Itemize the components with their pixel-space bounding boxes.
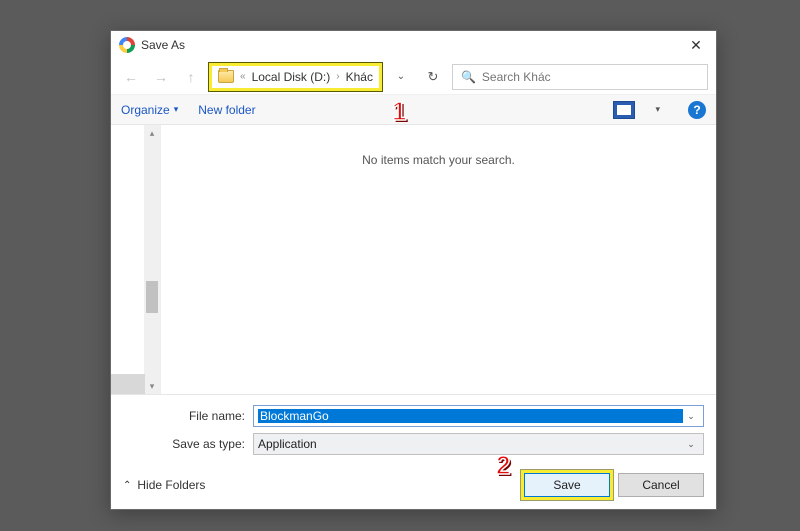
scroll-down-icon[interactable]: ▾ [144, 378, 160, 394]
navpane-item[interactable] [111, 374, 145, 394]
dialog-title: Save As [141, 38, 676, 52]
chevron-down-icon[interactable]: ⌄ [683, 411, 699, 422]
navpane-scrollbar[interactable]: ▴ ▾ [144, 125, 160, 394]
savetype-row: Save as type: Application ⌄ [123, 433, 704, 455]
up-button[interactable]: ↑ [179, 65, 203, 89]
breadcrumb-prefix: « [240, 71, 246, 82]
chrome-icon [119, 37, 135, 53]
titlebar: Save As ✕ [111, 31, 716, 59]
savetype-value: Application [258, 437, 683, 451]
refresh-button[interactable]: ↻ [420, 64, 446, 90]
filename-value[interactable]: BlockmanGo [258, 409, 683, 423]
cancel-button[interactable]: Cancel [618, 473, 704, 497]
back-button[interactable]: ← [119, 65, 143, 89]
folder-icon [218, 70, 234, 83]
nav-row: ← → ↑ « Local Disk (D:) › Khác ⌄ ↻ 🔍 [111, 59, 716, 95]
view-mode-dropdown[interactable]: ▾ [655, 104, 660, 115]
filename-row: File name: BlockmanGo ⌄ [123, 405, 704, 427]
bottom-panel: File name: BlockmanGo ⌄ Save as type: Ap… [111, 394, 716, 509]
chevron-right-icon: › [336, 71, 339, 82]
scroll-thumb[interactable] [146, 281, 158, 313]
hide-folders-label: Hide Folders [137, 478, 205, 492]
breadcrumb-current[interactable]: Khác [346, 70, 373, 84]
new-folder-label: New folder [198, 103, 255, 117]
scroll-up-icon[interactable]: ▴ [144, 125, 160, 141]
breadcrumb-history-dropdown[interactable]: ⌄ [388, 64, 414, 90]
footer-row: ⌃ Hide Folders Save Cancel [123, 473, 704, 497]
chevron-up-icon: ⌃ [123, 480, 131, 491]
navigation-pane[interactable]: ▴ ▾ [111, 125, 161, 394]
chevron-down-icon: ▾ [174, 104, 179, 115]
annotation-callout-1: 1 [392, 96, 406, 127]
save-as-dialog: Save As ✕ ← → ↑ « Local Disk (D:) › Khác… [110, 30, 717, 510]
savetype-label: Save as type: [123, 437, 253, 451]
search-input[interactable] [482, 70, 699, 84]
search-box[interactable]: 🔍 [452, 64, 708, 90]
view-mode-button[interactable] [613, 101, 635, 119]
filename-combo[interactable]: BlockmanGo ⌄ [253, 405, 704, 427]
empty-message: No items match your search. [161, 153, 716, 167]
scroll-track[interactable] [144, 141, 160, 378]
organize-menu[interactable]: Organize ▾ [121, 103, 178, 117]
breadcrumb-bar[interactable]: « Local Disk (D:) › Khác [209, 63, 382, 91]
content-area: ▴ ▾ No items match your search. [111, 125, 716, 394]
hide-folders-toggle[interactable]: ⌃ Hide Folders [123, 478, 205, 492]
close-button[interactable]: ✕ [676, 31, 716, 59]
toolbar: Organize ▾ New folder ▾ ? [111, 95, 716, 125]
chevron-down-icon[interactable]: ⌄ [683, 439, 699, 450]
annotation-callout-2: 2 [496, 450, 510, 481]
new-folder-button[interactable]: New folder [198, 103, 255, 117]
forward-button[interactable]: → [149, 65, 173, 89]
save-button[interactable]: Save [524, 473, 610, 497]
savetype-combo[interactable]: Application ⌄ [253, 433, 704, 455]
breadcrumb-parent[interactable]: Local Disk (D:) [252, 70, 331, 84]
filename-label: File name: [123, 409, 253, 423]
file-list-area[interactable]: No items match your search. [161, 125, 716, 394]
organize-label: Organize [121, 103, 170, 117]
help-button[interactable]: ? [688, 101, 706, 119]
search-icon: 🔍 [461, 70, 476, 84]
